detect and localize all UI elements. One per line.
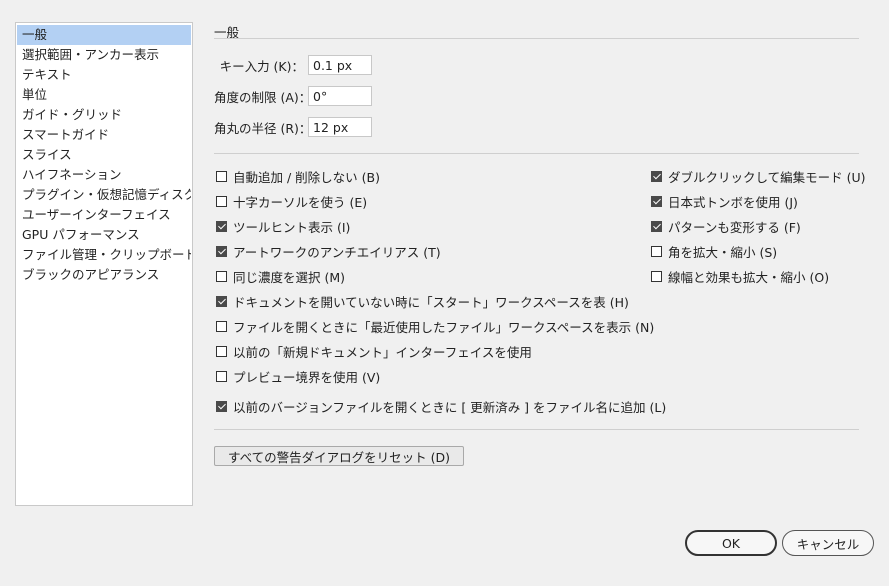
checkbox-show-recent-files-workspace[interactable]: ファイルを開くときに「最近使用したファイル」ワークスペースを表示 (N): [216, 316, 654, 336]
constrain-angle-row: 角度の制限 (A)：: [214, 85, 372, 107]
checkbox-label: パターンも変形する (F): [668, 219, 801, 235]
checkbox-select-same-tint[interactable]: 同じ濃度を選択 (M): [216, 266, 345, 286]
checkbox-label: ファイルを開くときに「最近使用したファイル」ワークスペースを表示 (N): [233, 319, 655, 335]
checkbox-append-converted-filename[interactable]: 以前のバージョンファイルを開くときに [ 更新済み ] をファイル名に追加 (L…: [216, 396, 666, 416]
checkbox-box[interactable]: [216, 270, 227, 282]
keyboard-increment-input[interactable]: [308, 55, 372, 75]
sidebar-item-user-interface[interactable]: ユーザーインターフェイス: [17, 205, 191, 225]
sidebar-item-guides-grid[interactable]: ガイド・グリッド: [17, 105, 191, 125]
checkbox-box[interactable]: [651, 220, 662, 232]
checkbox-label: ツールヒント表示 (I): [233, 219, 351, 235]
checkbox-show-start-workspace[interactable]: ドキュメントを開いていない時に「スタート」ワークスペースを表 (H): [216, 291, 629, 311]
sidebar-item-smart-guides[interactable]: スマートガイド: [17, 125, 191, 145]
checkbox-label: アートワークのアンチエイリアス (T): [233, 244, 441, 260]
checkbox-box[interactable]: [651, 245, 662, 257]
keyboard-increment-row: キー入力 (K)：: [214, 54, 372, 76]
keyboard-increment-label: キー入力 (K)：: [219, 58, 304, 74]
checkbox-label: 線幅と効果も拡大・縮小 (O): [668, 269, 830, 285]
checkbox-label: 日本式トンボを使用 (J): [668, 194, 798, 210]
checkbox-label: 同じ濃度を選択 (M): [233, 269, 346, 285]
ok-button[interactable]: OK: [685, 530, 777, 556]
checkbox-transform-pattern-tiles[interactable]: パターンも変形する (F): [651, 216, 801, 236]
sidebar-item-type[interactable]: テキスト: [17, 65, 191, 85]
checkbox-label: 以前の「新規ドキュメント」インターフェイスを使用: [233, 344, 532, 360]
sidebar-item-units[interactable]: 単位: [17, 85, 191, 105]
checkbox-label: プレビュー境界を使用 (V): [233, 369, 381, 385]
divider: [214, 153, 859, 154]
checkbox-label: 以前のバージョンファイルを開くときに [ 更新済み ] をファイル名に追加 (L…: [233, 399, 667, 415]
cancel-button[interactable]: キャンセル: [782, 530, 874, 556]
reset-warning-dialogs-button[interactable]: すべての警告ダイアログをリセット (D): [214, 446, 464, 466]
checkbox-disable-auto-add-delete[interactable]: 自動追加 / 削除しない (B): [216, 166, 380, 186]
checkbox-label: ドキュメントを開いていない時に「スタート」ワークスペースを表 (H): [233, 294, 629, 310]
checkbox-box[interactable]: [216, 345, 227, 357]
checkbox-precise-cursors[interactable]: 十字カーソルを使う (E): [216, 191, 367, 211]
sidebar-item-slices[interactable]: スライス: [17, 145, 191, 165]
checkbox-box[interactable]: [216, 400, 227, 412]
checkbox-japanese-crop-marks[interactable]: 日本式トンボを使用 (J): [651, 191, 798, 211]
divider: [214, 429, 859, 430]
constrain-angle-label: 角度の制限 (A)：: [214, 89, 312, 105]
corner-radius-label: 角丸の半径 (R)：: [214, 120, 312, 136]
checkbox-label: 十字カーソルを使う (E): [233, 194, 368, 210]
constrain-angle-input[interactable]: [308, 86, 372, 106]
checkbox-scale-corners[interactable]: 角を拡大・縮小 (S): [651, 241, 777, 261]
checkbox-legacy-new-document[interactable]: 以前の「新規ドキュメント」インターフェイスを使用: [216, 341, 532, 361]
preferences-sidebar: 一般 選択範囲・アンカー表示 テキスト 単位 ガイド・グリッド スマートガイド …: [15, 22, 193, 506]
checkbox-double-click-isolate[interactable]: ダブルクリックして編集モード (U): [651, 166, 866, 186]
checkbox-box[interactable]: [216, 245, 227, 257]
checkbox-box[interactable]: [216, 370, 227, 382]
corner-radius-row: 角丸の半径 (R)：: [214, 116, 372, 138]
sidebar-item-plugins-scratch-disks[interactable]: プラグイン・仮想記憶ディスク: [17, 185, 191, 205]
checkbox-box[interactable]: [651, 170, 662, 182]
checkbox-box[interactable]: [651, 270, 662, 282]
checkbox-box[interactable]: [216, 295, 227, 307]
sidebar-item-file-handling-clipboard[interactable]: ファイル管理・クリップボード: [17, 245, 191, 265]
checkbox-box[interactable]: [651, 195, 662, 207]
sidebar-item-gpu-performance[interactable]: GPU パフォーマンス: [17, 225, 191, 245]
checkbox-box[interactable]: [216, 320, 227, 332]
corner-radius-input[interactable]: [308, 117, 372, 137]
checkbox-label: 自動追加 / 削除しない (B): [233, 169, 380, 185]
sidebar-item-appearance-of-black[interactable]: ブラックのアピアランス: [17, 265, 191, 285]
sidebar-item-general[interactable]: 一般: [17, 25, 191, 45]
checkbox-scale-strokes-effects[interactable]: 線幅と効果も拡大・縮小 (O): [651, 266, 829, 286]
checkbox-antialiased-artwork[interactable]: アートワークのアンチエイリアス (T): [216, 241, 441, 261]
checkbox-box[interactable]: [216, 220, 227, 232]
checkbox-label: ダブルクリックして編集モード (U): [668, 169, 866, 185]
divider: [214, 38, 859, 39]
sidebar-item-hyphenation[interactable]: ハイフネーション: [17, 165, 191, 185]
checkbox-show-tool-tips[interactable]: ツールヒント表示 (I): [216, 216, 350, 236]
checkbox-box[interactable]: [216, 195, 227, 207]
checkbox-box[interactable]: [216, 170, 227, 182]
checkbox-label: 角を拡大・縮小 (S): [668, 244, 778, 260]
sidebar-item-selection-anchor-display[interactable]: 選択範囲・アンカー表示: [17, 45, 191, 65]
checkbox-use-preview-bounds[interactable]: プレビュー境界を使用 (V): [216, 366, 380, 386]
